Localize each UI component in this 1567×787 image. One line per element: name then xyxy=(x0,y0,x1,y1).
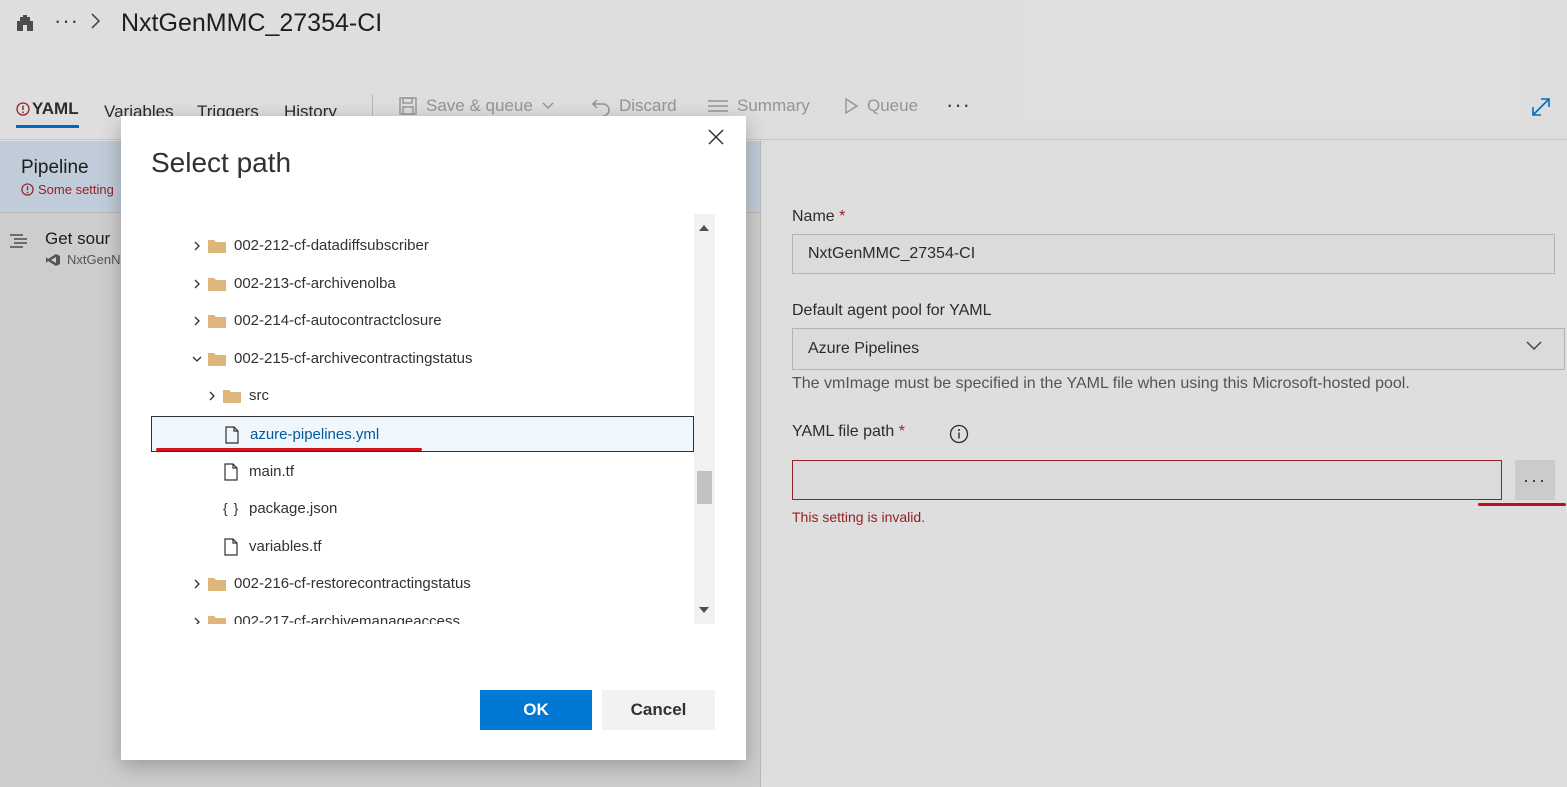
chevron-right-icon[interactable] xyxy=(191,578,203,590)
tree-item-label: src xyxy=(249,387,269,405)
tree-item-label: 002-215-cf-archivecontractingstatus xyxy=(234,349,473,367)
folder-icon xyxy=(208,240,226,253)
chevron-right-icon[interactable] xyxy=(191,315,203,327)
folder-icon xyxy=(208,315,226,329)
chevron-down-icon[interactable] xyxy=(191,353,203,365)
tree-item-label: package.json xyxy=(249,500,338,518)
folder-icon xyxy=(208,277,226,291)
tree-row[interactable]: src xyxy=(151,378,694,414)
chevron-right-icon[interactable] xyxy=(191,278,203,290)
tree-row[interactable]: 002-214-cf-autocontractclosure xyxy=(151,303,694,339)
close-button[interactable] xyxy=(705,126,727,148)
tree-row[interactable]: { } package.json xyxy=(151,491,694,527)
tree-item-label: 002-213-cf-archivenolba xyxy=(234,274,396,292)
dialog-title: Select path xyxy=(151,147,292,178)
tree-item-label: azure-pipelines.yml xyxy=(250,426,380,443)
scroll-down-icon[interactable] xyxy=(699,607,709,614)
chevron-right-icon[interactable] xyxy=(206,390,218,402)
scroll-thumb[interactable] xyxy=(697,471,712,504)
tree-row xyxy=(151,214,694,226)
chevron-right-icon[interactable] xyxy=(191,240,203,252)
file-icon xyxy=(224,462,238,481)
tree-item-label: 002-214-cf-autocontractclosure xyxy=(234,312,442,330)
tree-row[interactable]: 002-212-cf-datadiffsubscriber xyxy=(151,228,694,264)
ok-button[interactable]: OK xyxy=(480,690,592,730)
tree-item-label: variables.tf xyxy=(249,537,322,555)
tree-item-label: 002-216-cf-restorecontractingstatus xyxy=(234,575,471,593)
tree-row[interactable]: azure-pipelines.yml xyxy=(151,416,694,452)
folder-icon xyxy=(208,352,226,366)
tree-row[interactable]: 002-216-cf-restorecontractingstatus xyxy=(151,566,694,602)
tree-row[interactable]: 002-213-cf-archivenolba xyxy=(151,266,694,302)
pipeline-editor-page: ··· NxtGenMMC_27354-CI YAML Variables Tr… xyxy=(0,0,1567,787)
tree-row[interactable]: 002-215-cf-archivecontractingstatus xyxy=(151,341,694,377)
tree-row[interactable]: 002-217-cf-archivemanageaccess xyxy=(151,604,694,624)
tree-item-label: 002-217-cf-archivemanageaccess xyxy=(234,613,460,624)
tree-row[interactable]: main.tf xyxy=(151,454,694,490)
folder-icon xyxy=(208,616,226,624)
folder-icon xyxy=(223,390,241,404)
file-icon xyxy=(225,426,239,444)
tree-row[interactable]: variables.tf xyxy=(151,529,694,565)
scroll-up-icon[interactable] xyxy=(699,224,709,231)
tree-scrollbar[interactable] xyxy=(694,214,715,624)
cancel-button[interactable]: Cancel xyxy=(602,690,715,730)
folder-icon xyxy=(208,578,226,592)
annotation-underline xyxy=(156,448,422,451)
file-icon xyxy=(224,538,238,556)
select-path-dialog: Select path 002-212-cf-datadiffsubscribe… xyxy=(121,116,746,760)
close-icon xyxy=(708,129,724,145)
tree-item-label: 002-212-cf-datadiffsubscriber xyxy=(234,237,429,254)
path-tree[interactable]: 002-212-cf-datadiffsubscriber 002-213-cf-… xyxy=(151,214,715,624)
json-icon: { } xyxy=(223,500,240,517)
chevron-right-icon[interactable] xyxy=(191,616,203,624)
tree-item-label: main.tf xyxy=(249,462,295,480)
